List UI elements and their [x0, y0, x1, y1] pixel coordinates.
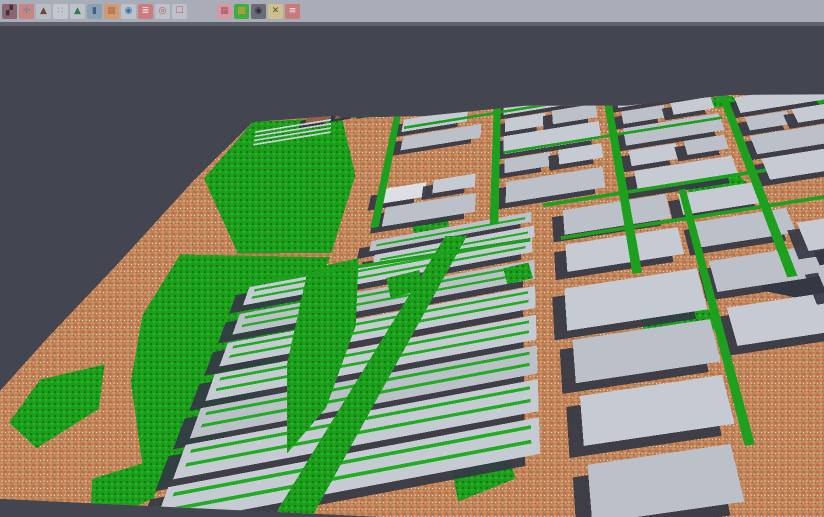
list-button[interactable]: ≣ [138, 4, 153, 19]
marker-button[interactable]: ✕ [268, 4, 283, 19]
classification-icon: ▩ [237, 7, 246, 16]
camera-icon: ◉ [255, 7, 263, 16]
align-tool-button[interactable]: ✛ [19, 4, 34, 19]
ruler-button[interactable]: ≡ [285, 4, 300, 19]
align-tool-icon: ✛ [23, 7, 31, 16]
marker-icon: ✕ [272, 7, 280, 16]
application-window: ▞ ✛ ▲ ∷ ▲ ▮ ▦ ◉ ≣ ◎ ☐ ▦ ▩ ◉ ✕ ≡ [0, 0, 824, 517]
list-icon: ≣ [142, 7, 150, 16]
ortho-icon: ▦ [107, 7, 116, 16]
ortho-button[interactable]: ▦ [104, 4, 119, 19]
column-view-icon: ▮ [92, 7, 97, 16]
move-tool-button[interactable]: ▞ [2, 4, 17, 19]
target-button[interactable]: ◎ [155, 4, 170, 19]
dem-icon: ▲ [74, 7, 81, 16]
classification-button[interactable]: ▩ [234, 4, 249, 19]
terrain-tool-button[interactable]: ▲ [36, 4, 51, 19]
terrain-tool-icon: ▲ [40, 7, 47, 16]
column-view-button[interactable]: ▮ [87, 4, 102, 19]
point-cloud-3d-view[interactable] [0, 0, 824, 517]
points-tool-button[interactable]: ∷ [53, 4, 68, 19]
target-icon: ◎ [159, 7, 167, 16]
toolbar: ▞ ✛ ▲ ∷ ▲ ▮ ▦ ◉ ≣ ◎ ☐ ▦ ▩ ◉ ✕ ≡ [0, 0, 824, 22]
region-select-button[interactable]: ☐ [172, 4, 187, 19]
toolbar-border [0, 22, 824, 26]
region-select-icon: ☐ [175, 7, 183, 16]
move-tool-icon: ▞ [6, 7, 13, 16]
globe-button[interactable]: ◉ [121, 4, 136, 19]
dem-button[interactable]: ▲ [70, 4, 85, 19]
camera-button[interactable]: ◉ [251, 4, 266, 19]
ruler-icon: ≡ [289, 7, 297, 16]
globe-icon: ◉ [125, 7, 133, 16]
points-tool-icon: ∷ [58, 7, 64, 16]
grid-crop-icon: ▦ [220, 7, 229, 16]
grid-crop-button[interactable]: ▦ [217, 4, 232, 19]
model-viewport[interactable] [0, 0, 824, 517]
